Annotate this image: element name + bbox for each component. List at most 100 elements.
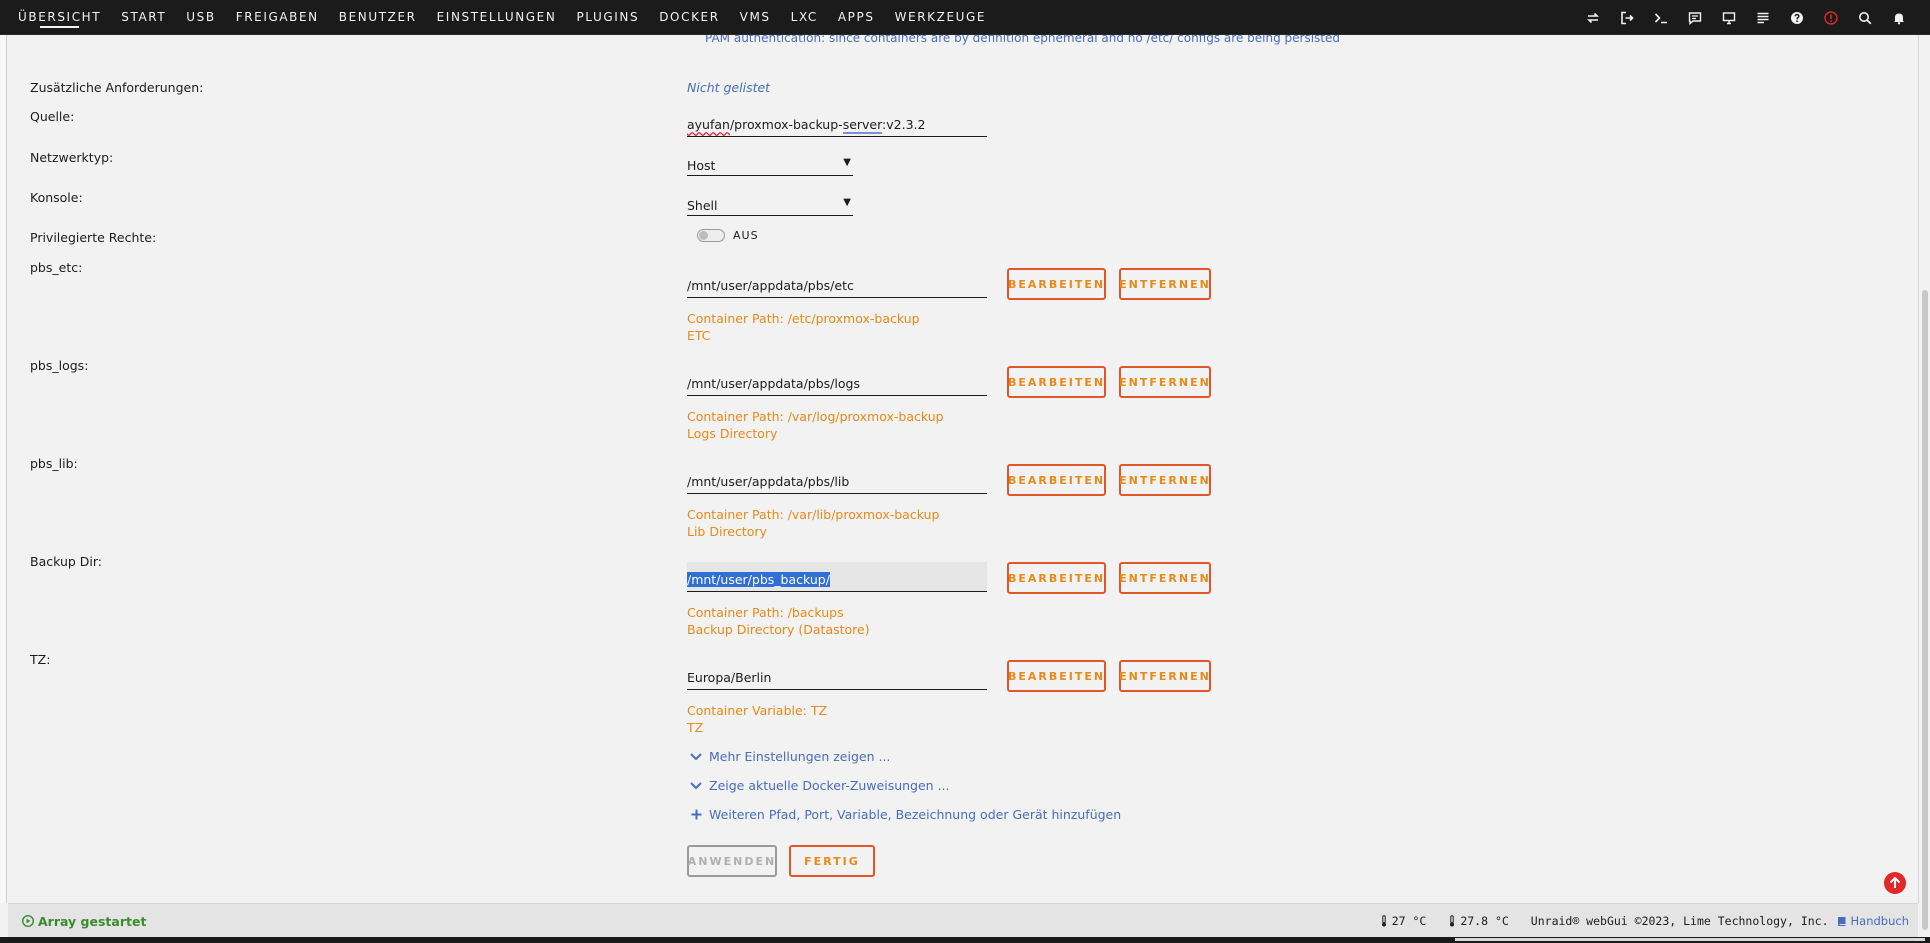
path-label-pbs-etc: pbs_etc: — [30, 260, 83, 275]
switch-icon[interactable] — [1576, 0, 1610, 35]
page-content: PAM authentication: since containers are… — [0, 0, 1918, 903]
log-icon[interactable] — [1746, 0, 1780, 35]
nav-item-shares[interactable]: FREIGABEN — [236, 0, 319, 34]
docker-mappings-label: Zeige aktuelle Docker-Zuweisungen ... — [709, 778, 950, 793]
nav-item-docker[interactable]: DOCKER — [659, 0, 719, 34]
board-temp-value: 27.8 °C — [1460, 914, 1509, 928]
path-input-backup-dir[interactable]: /mnt/user/pbs_backup/ — [687, 562, 987, 592]
caret-down-icon: ▼ — [843, 197, 851, 208]
privileged-label: Privilegierte Rechte: — [30, 230, 157, 245]
path-label-pbs-lib: pbs_lib: — [30, 456, 78, 471]
source-part-server: server — [842, 117, 883, 134]
remove-button[interactable]: ENTFERNEN — [1119, 562, 1211, 594]
logout-icon[interactable] — [1610, 0, 1644, 35]
cpu-temp-value: 27 °C — [1391, 914, 1427, 928]
nav-item-start[interactable]: START — [121, 0, 166, 34]
network-type-select[interactable]: Host ▼ — [687, 148, 853, 176]
extra-requirements-value: Nicht gelistet — [687, 80, 771, 95]
cpu-temp: 27 °C — [1380, 914, 1427, 928]
manual-link[interactable]: Handbuch — [1837, 914, 1909, 928]
privileged-toggle-state: AUS — [733, 229, 759, 242]
nav-item-tools[interactable]: WERKZEUGE — [895, 0, 987, 34]
path-label-pbs-logs: pbs_logs: — [30, 358, 89, 373]
nav-item-overview[interactable]: ÜBERSICHT — [18, 0, 101, 34]
apply-button[interactable]: ANWENDEN — [687, 845, 777, 877]
network-type-label: Netzwerktyp: — [30, 150, 114, 165]
array-status: Array gestartet — [22, 904, 146, 938]
vertical-scrollbar[interactable] — [1918, 35, 1930, 930]
feedback-icon[interactable] — [1678, 0, 1712, 35]
bottom-bar — [0, 937, 1930, 943]
edit-button[interactable]: BEARBEITEN — [1007, 268, 1106, 300]
network-type-value: Host — [687, 158, 716, 173]
add-more-label: Weiteren Pfad, Port, Variable, Bezeichnu… — [709, 807, 1122, 822]
remove-button[interactable]: ENTFERNEN — [1119, 660, 1211, 692]
nav-item-usb[interactable]: USB — [186, 0, 215, 34]
path-input-pbs-lib[interactable]: /mnt/user/appdata/pbs/lib — [687, 464, 987, 494]
path-hint-container-pbs-logs: Container Path: /var/log/proxmox-backup — [687, 409, 944, 424]
remove-button[interactable]: ENTFERNEN — [1119, 464, 1211, 496]
variable-hint-container-tz: Container Variable: TZ — [687, 703, 828, 718]
toggle-knob — [699, 231, 708, 240]
bell-icon[interactable] — [1882, 0, 1916, 35]
docker-mappings-link[interactable]: Zeige aktuelle Docker-Zuweisungen ... — [689, 778, 950, 793]
nav-item-vms[interactable]: VMS — [740, 0, 771, 34]
terminal-icon[interactable] — [1644, 0, 1678, 35]
nav-item-lxc[interactable]: LXC — [791, 0, 818, 34]
done-button[interactable]: FERTIG — [789, 845, 875, 877]
console-label: Konsole: — [30, 190, 83, 205]
console-value: Shell — [687, 198, 718, 213]
source-part-user: ayufan — [687, 117, 730, 132]
thermometer-icon — [1381, 915, 1386, 927]
edit-button[interactable]: BEARBEITEN — [1007, 562, 1106, 594]
help-icon[interactable] — [1780, 0, 1814, 35]
nav-item-settings[interactable]: EINSTELLUNGEN — [437, 0, 557, 34]
caret-down-icon: ▼ — [843, 157, 851, 168]
source-part-repo: /proxmox-backup- — [729, 117, 843, 132]
scrollbar-thumb[interactable] — [1922, 290, 1928, 930]
search-icon[interactable] — [1848, 0, 1882, 35]
arrow-up-icon — [1889, 877, 1901, 888]
array-status-text: Array gestartet — [38, 913, 147, 929]
nav-item-users[interactable]: BENUTZER — [339, 0, 417, 34]
play-circle-icon — [22, 915, 34, 927]
remove-button[interactable]: ENTFERNEN — [1119, 268, 1211, 300]
variable-input-tz[interactable]: Europa/Berlin — [687, 660, 987, 690]
path-hint-desc-pbs-etc: ETC — [687, 328, 711, 343]
path-hint-container-pbs-lib: Container Path: /var/lib/proxmox-backup — [687, 507, 940, 522]
variable-label-tz: TZ: — [30, 652, 51, 667]
source-part-tag: :v2.3.2 — [882, 117, 926, 132]
path-input-pbs-etc[interactable]: /mnt/user/appdata/pbs/etc — [687, 268, 987, 298]
path-hint-desc-backup-dir: Backup Directory (Datastore) — [687, 622, 870, 637]
chevron-down-icon — [689, 752, 703, 761]
horizontal-scroll-thumb[interactable] — [1455, 938, 1925, 941]
edit-button[interactable]: BEARBEITEN — [1007, 464, 1106, 496]
path-hint-container-pbs-etc: Container Path: /etc/proxmox-backup — [687, 311, 920, 326]
nav-item-apps[interactable]: APPS — [838, 0, 875, 34]
path-hint-container-backup-dir: Container Path: /backups — [687, 605, 844, 620]
source-label: Quelle: — [30, 109, 75, 124]
scroll-to-top-button[interactable] — [1884, 872, 1906, 894]
more-settings-link[interactable]: Mehr Einstellungen zeigen ... — [689, 749, 890, 764]
path-label-backup-dir: Backup Dir: — [30, 554, 103, 569]
edit-button[interactable]: BEARBEITEN — [1007, 366, 1106, 398]
source-input[interactable]: ayufan/proxmox-backup-server:v2.3.2 — [687, 107, 987, 137]
board-temp: 27.8 °C — [1448, 914, 1509, 928]
add-more-link[interactable]: Weiteren Pfad, Port, Variable, Bezeichnu… — [689, 807, 1121, 822]
chevron-down-icon — [689, 781, 703, 790]
more-settings-label: Mehr Einstellungen zeigen ... — [709, 749, 891, 764]
manual-link-label: Handbuch — [1850, 914, 1909, 928]
path-input-pbs-logs[interactable]: /mnt/user/appdata/pbs/logs — [687, 366, 987, 396]
path-hint-desc-pbs-logs: Logs Directory — [687, 426, 778, 441]
thermometer-icon — [1450, 915, 1455, 927]
path-hint-desc-pbs-lib: Lib Directory — [687, 524, 767, 539]
footer-info: 27 °C 27.8 °C Unraid® webGui ©2023, Lime… — [1358, 904, 1909, 938]
selected-text: /mnt/user/pbs_backup/ — [687, 572, 830, 587]
console-select[interactable]: Shell ▼ — [687, 188, 853, 216]
alert-icon[interactable] — [1814, 0, 1848, 35]
edit-button[interactable]: BEARBEITEN — [1007, 660, 1106, 692]
nav-item-plugins[interactable]: PLUGINS — [576, 0, 639, 34]
privileged-toggle[interactable] — [697, 229, 725, 242]
remove-button[interactable]: ENTFERNEN — [1119, 366, 1211, 398]
monitor-icon[interactable] — [1712, 0, 1746, 35]
